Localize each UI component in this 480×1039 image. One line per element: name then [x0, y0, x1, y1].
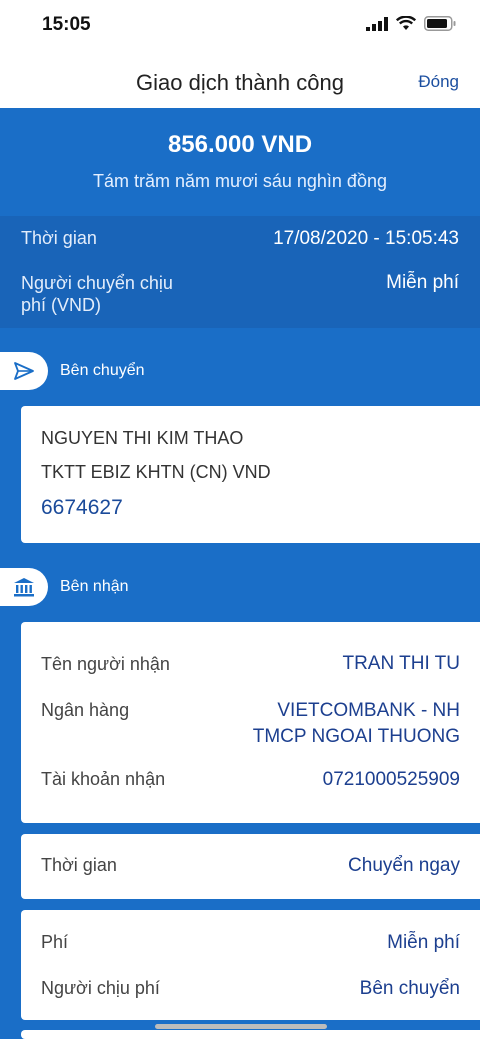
sender-name: NGUYEN THI KIM THAO [41, 428, 244, 448]
receiver-name-label: Tên người nhận [41, 654, 170, 674]
bank-value-line2: TMCP NGOAI THUONG [252, 726, 460, 747]
transaction-time-label: Thời gian [21, 228, 97, 248]
fee-payer-label-line2: phí (VND) [21, 295, 102, 315]
status-time: 15:05 [42, 14, 91, 35]
timing-value: Chuyển ngay [348, 855, 460, 876]
bank-icon [14, 578, 34, 597]
receiver-name-value: TRAN THI TU [342, 653, 460, 674]
fee-payer-row-label: Người chịu phí [41, 978, 160, 998]
sender-account-number: 6674627 [41, 496, 123, 519]
sender-card: NGUYEN THI KIM THAO TKTT EBIZ KHTN (CN) … [21, 406, 480, 543]
sender-account-type: TKTT EBIZ KHTN (CN) VND [41, 462, 271, 482]
transaction-time-value: 17/08/2020 - 15:05:43 [273, 228, 459, 249]
send-icon-badge [0, 352, 48, 390]
receiver-card: Tên người nhận TRAN THI TU Ngân hàng VIE… [21, 622, 480, 823]
fee-value: Miễn phí [387, 932, 460, 953]
next-card [21, 1030, 480, 1039]
receiver-section-label: Bên nhận [60, 578, 129, 595]
sender-section-label: Bên chuyển [60, 362, 145, 379]
nav-bar: Giao dịch thành công Đóng [0, 54, 480, 108]
fee-payer-row-value: Bên chuyển [359, 978, 460, 999]
battery-icon [424, 16, 456, 31]
status-icons [366, 16, 456, 31]
transaction-info: Thời gian 17/08/2020 - 15:05:43 Người ch… [0, 216, 480, 328]
amount-summary: 856.000 VND Tám trăm năm mươi sáu nghìn … [0, 108, 480, 216]
close-button[interactable]: Đóng [418, 72, 459, 92]
sender-section-header: Bên chuyển [0, 352, 160, 390]
send-icon [14, 362, 34, 380]
wifi-icon [396, 16, 416, 30]
bank-value-line1: VIETCOMBANK - NH [277, 700, 460, 721]
receiver-account-label: Tài khoản nhận [41, 769, 166, 789]
fee-payer-label: Người chuyển chịu phí (VND) [21, 272, 173, 316]
status-bar: 15:05 [0, 0, 480, 54]
receiver-section-header: Bên nhận [0, 568, 160, 606]
bank-icon-badge [0, 568, 48, 606]
amount-value: 856.000 VND [167, 131, 313, 158]
fee-payer-label-line1: Người chuyển chịu [21, 273, 173, 293]
fee-card: Phí Miễn phí Người chịu phí Bên chuyển [21, 910, 480, 1020]
fee-label: Phí [41, 932, 69, 952]
fee-payer-value: Miễn phí [386, 272, 459, 293]
bank-value: VIETCOMBANK - NH TMCP NGOAI THUONG [253, 698, 460, 750]
amount-in-words: Tám trăm năm mươi sáu nghìn đồng [93, 171, 387, 191]
receiver-account-value: 0721000525909 [322, 769, 460, 790]
cellular-signal-icon [366, 16, 388, 31]
timing-card: Thời gian Chuyển ngay [21, 834, 480, 899]
page-title: Giao dịch thành công [136, 70, 344, 95]
bank-label: Ngân hàng [41, 700, 130, 720]
timing-label: Thời gian [41, 855, 117, 875]
home-indicator[interactable] [155, 1024, 327, 1029]
